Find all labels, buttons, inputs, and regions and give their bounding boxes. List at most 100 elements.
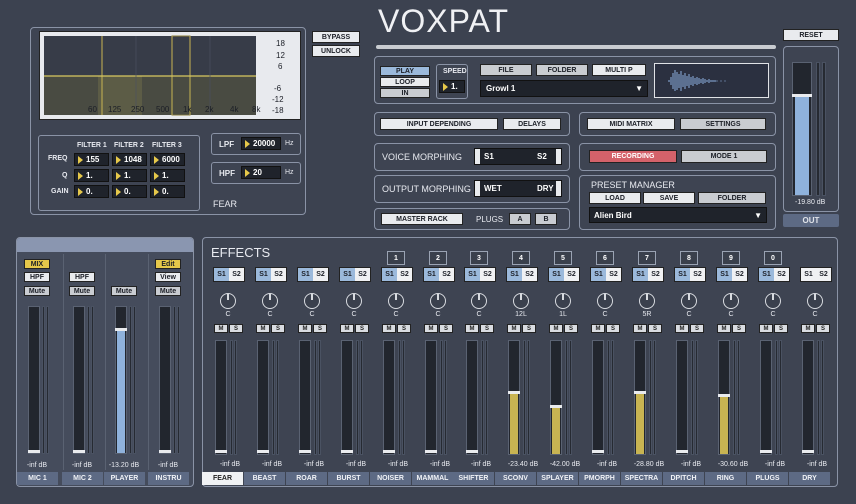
effect-11-s2-button[interactable]: S2 [690,268,705,281]
effect-12-s1-button[interactable]: S1 [717,268,732,281]
filter-3-q[interactable]: 1. [150,169,185,182]
effect-12-solo-button[interactable]: S [732,324,746,333]
in-button[interactable]: IN [380,88,430,98]
effect-12-pan-knob[interactable] [723,293,739,309]
effect-4-fader[interactable] [383,340,395,455]
effect-5-label[interactable]: MAMMAL [412,472,453,485]
effect-9-number[interactable]: 6 [596,251,614,265]
effect-13-s1-button[interactable]: S1 [759,268,774,281]
effect-6-fader-handle[interactable] [466,450,478,453]
input-3-fader-handle[interactable] [159,450,171,453]
effect-3-s1-button[interactable]: S1 [340,268,355,281]
effect-6-fader[interactable] [466,340,478,455]
reset-button[interactable]: RESET [783,29,839,41]
effect-3-fader-handle[interactable] [341,450,353,453]
effect-13-s2-button[interactable]: S2 [774,268,789,281]
effect-13-label[interactable]: PLUGS [747,472,788,485]
input-0-second-button[interactable]: HPF [24,272,50,282]
effect-11-label[interactable]: DPITCH [663,472,704,485]
effect-2-s2-button[interactable]: S2 [313,268,328,281]
effect-3-s1s2[interactable]: S1 S2 [339,267,371,282]
multi-button[interactable]: MULTI P [592,64,646,76]
effect-5-mute-button[interactable]: M [424,324,438,333]
effect-10-mute-button[interactable]: M [633,324,647,333]
effect-9-mute-button[interactable]: M [591,324,605,333]
input-3-top-button[interactable]: Edit [155,259,181,269]
effect-1-label[interactable]: BEAST [244,472,285,485]
effect-12-fader[interactable] [718,340,730,455]
effect-5-s1s2[interactable]: S1 S2 [423,267,455,282]
effect-8-fader[interactable] [550,340,562,455]
effect-10-fader-handle[interactable] [634,391,646,394]
effect-2-pan-knob[interactable] [304,293,320,309]
effect-10-s1-button[interactable]: S1 [633,268,648,281]
effect-11-fader-handle[interactable] [676,450,688,453]
effect-13-fader-handle[interactable] [760,450,772,453]
effect-6-label[interactable]: SHIFTER [453,472,494,485]
effect-5-number[interactable]: 2 [429,251,447,265]
effect-2-s1-button[interactable]: S1 [298,268,313,281]
effect-8-fader-handle[interactable] [550,405,562,408]
effect-4-number[interactable]: 1 [387,251,405,265]
effect-14-s1-button[interactable]: S1 [801,268,816,281]
effect-13-mute-button[interactable]: M [759,324,773,333]
effect-6-pan-knob[interactable] [471,293,487,309]
effect-1-fader-handle[interactable] [257,450,269,453]
input-3-fader[interactable] [159,306,171,454]
effect-11-mute-button[interactable]: M [675,324,689,333]
effect-6-solo-button[interactable]: S [480,324,494,333]
effect-12-s2-button[interactable]: S2 [732,268,747,281]
effect-7-s2-button[interactable]: S2 [522,268,537,281]
effect-6-s1s2[interactable]: S1 S2 [464,267,496,282]
effect-6-mute-button[interactable]: M [465,324,479,333]
effect-14-fader[interactable] [802,340,814,455]
effect-1-solo-button[interactable]: S [271,324,285,333]
effect-2-solo-button[interactable]: S [313,324,327,333]
effect-3-pan-knob[interactable] [346,293,362,309]
input-0-fader-handle[interactable] [28,450,40,453]
file-button[interactable]: FILE [480,64,532,76]
effect-12-label[interactable]: RING [705,472,746,485]
filter-2-q[interactable]: 1. [112,169,147,182]
effect-9-label[interactable]: PMORPH [579,472,620,485]
effect-7-fader-handle[interactable] [508,391,520,394]
filter-2-freq[interactable]: 1048 [112,153,147,166]
midi-matrix-button[interactable]: MIDI MATRIX [587,118,675,130]
effect-11-fader[interactable] [676,340,688,455]
effect-2-fader-handle[interactable] [299,450,311,453]
effect-1-pan-knob[interactable] [262,293,278,309]
filter-1-gain[interactable]: 0. [74,185,109,198]
preset-select[interactable]: Alien Bird ▼ [589,207,767,223]
effect-12-fader-handle[interactable] [718,394,730,397]
effect-13-solo-button[interactable]: S [774,324,788,333]
effect-1-fader[interactable] [257,340,269,455]
effect-0-fader[interactable] [215,340,227,455]
effect-4-fader-handle[interactable] [383,450,395,453]
effect-5-s2-button[interactable]: S2 [439,268,454,281]
effect-11-s1s2[interactable]: S1 S2 [674,267,706,282]
preset-save-button[interactable]: SAVE [643,192,695,204]
folder-button[interactable]: FOLDER [536,64,588,76]
effect-5-fader[interactable] [425,340,437,455]
filter-1-freq[interactable]: 155 [74,153,109,166]
effect-10-s2-button[interactable]: S2 [648,268,663,281]
input-1-mute-button[interactable]: Mute [69,286,95,296]
input-3-mute-button[interactable]: Mute [155,286,181,296]
effect-11-pan-knob[interactable] [681,293,697,309]
effect-8-mute-button[interactable]: M [549,324,563,333]
input-1-fader-handle[interactable] [73,450,85,453]
effect-7-s1-button[interactable]: S1 [507,268,522,281]
effect-4-mute-button[interactable]: M [382,324,396,333]
input-0-fader[interactable] [28,306,40,454]
effect-3-mute-button[interactable]: M [340,324,354,333]
voice-morphing-handle[interactable] [475,149,480,164]
waveform-display[interactable] [654,63,769,98]
input-3-second-button[interactable]: View [155,272,181,282]
effect-9-s2-button[interactable]: S2 [606,268,621,281]
effect-5-solo-button[interactable]: S [439,324,453,333]
effect-6-s1-button[interactable]: S1 [465,268,480,281]
effect-4-s1s2[interactable]: S1 S2 [381,267,413,282]
voice-morphing-slider[interactable]: S1 S2 [474,148,562,165]
unlock-button[interactable]: UNLOCK [312,45,360,57]
effect-7-label[interactable]: SCONV [495,472,536,485]
